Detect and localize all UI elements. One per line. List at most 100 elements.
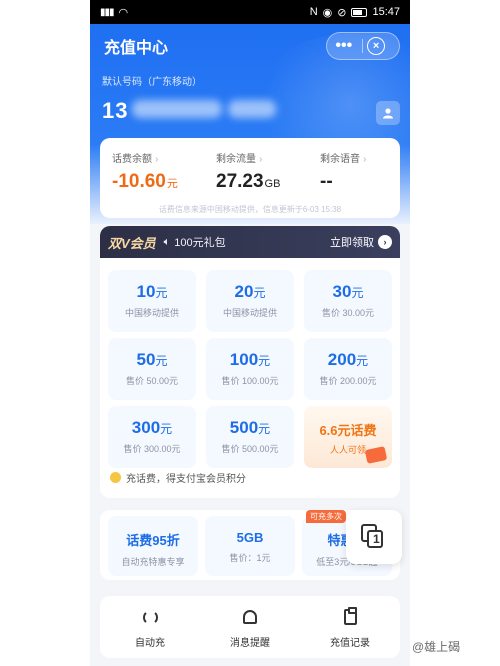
bell-icon xyxy=(243,610,257,624)
tile-subtitle: 售价 300.00元 xyxy=(123,444,181,454)
copy-window-icon: 1 xyxy=(361,524,387,550)
member-logo: 双V会员 xyxy=(108,235,156,251)
wifi-icon: ◠ xyxy=(118,6,129,19)
recharge-panel: 10元 中国移动提供 20元 中国移动提供 30元 售价 30.00元 50元 … xyxy=(100,258,400,498)
balance-label: 剩余流量 xyxy=(216,154,256,165)
account-label: 默认号码（广东移动） xyxy=(102,77,202,88)
benefit-title: 5GB xyxy=(236,530,264,545)
action-recharge-history[interactable]: 充值记录 xyxy=(300,596,400,658)
recharge-tile[interactable]: 500元 售价 500.00元 xyxy=(206,406,294,468)
points-row: 充话费，得支付宝会员积分 xyxy=(110,470,246,485)
claim-button[interactable]: 立即领取 › xyxy=(330,234,392,250)
status-bar: ▮▮▮ ◠ N ◉ ⊘ 15:47 xyxy=(90,0,410,24)
action-notifications[interactable]: 消息提醒 xyxy=(200,596,300,658)
bottom-actions: 自动充 消息提醒 充值记录 xyxy=(100,596,400,658)
balance-unit: 元 xyxy=(166,178,178,190)
window-count: 1 xyxy=(373,532,380,546)
benefit-title: 话费95折 xyxy=(126,533,180,548)
action-label: 自动充 xyxy=(135,638,165,649)
mini-program-capsule: ••• × xyxy=(326,32,400,60)
balance-value: -10.60 xyxy=(112,171,166,192)
balance-item-data[interactable]: 剩余流量 › 27.23GB xyxy=(216,150,280,193)
arrow-right-icon: › xyxy=(378,235,392,249)
floating-multi-window-button[interactable]: 1 xyxy=(346,510,402,564)
masked-number-blur xyxy=(132,100,222,118)
claim-label: 立即领取 xyxy=(330,237,374,249)
benefit-card[interactable]: 话费95折 自动充特惠专享 xyxy=(108,516,198,576)
tile-unit: 元 xyxy=(253,286,266,300)
chevron-right-icon: › xyxy=(259,154,263,165)
tile-unit: 元 xyxy=(258,354,271,368)
balance-value: -- xyxy=(320,171,333,192)
promo-tile[interactable]: 6.6元话费 人人可领 xyxy=(304,406,392,468)
member-banner[interactable]: 双V会员 🔈︎ 100元礼包 立即领取 › xyxy=(100,226,400,258)
action-auto-recharge[interactable]: 自动充 xyxy=(100,596,200,658)
chevron-right-icon: › xyxy=(363,154,367,165)
mute-icon: ⊘ xyxy=(337,6,347,19)
close-button[interactable]: × xyxy=(367,37,397,55)
balance-note: 话费信息来源中国移动提供，信息更新于6-03 15:38 xyxy=(158,205,342,214)
benefit-subtitle: 售价：1元 xyxy=(229,553,271,563)
benefit-tag: 可充多次 xyxy=(306,510,346,523)
more-button[interactable]: ••• xyxy=(329,37,359,55)
phone-number: 13 xyxy=(102,98,129,123)
benefit-card[interactable]: 5GB 售价：1元 xyxy=(205,516,295,576)
recharge-tile[interactable]: 30元 售价 30.00元 xyxy=(304,270,392,332)
tile-amount: 200 xyxy=(327,350,357,369)
eye-icon: ◉ xyxy=(322,6,333,19)
tile-subtitle: 售价 200.00元 xyxy=(319,376,377,386)
masked-number-blur xyxy=(228,100,276,118)
balance-item-voice[interactable]: 剩余语音 › -- xyxy=(320,150,366,193)
recharge-tile[interactable]: 300元 售价 300.00元 xyxy=(108,406,196,468)
tile-unit: 元 xyxy=(356,354,369,368)
tile-subtitle: 中国移动提供 xyxy=(124,308,179,318)
person-icon xyxy=(383,108,393,119)
signal-icon: ▮▮▮ xyxy=(100,6,114,18)
tile-amount: 100 xyxy=(229,350,259,369)
tile-subtitle: 售价 100.00元 xyxy=(221,376,279,386)
status-time: 15:47 xyxy=(372,6,400,18)
tile-amount: 50 xyxy=(136,350,156,369)
chevron-right-icon: › xyxy=(155,154,159,165)
coin-icon xyxy=(110,472,121,483)
balance-label: 话费余额 xyxy=(112,154,152,165)
benefit-subtitle: 自动充特惠专享 xyxy=(121,557,185,567)
speaker-icon: 🔈︎ xyxy=(163,235,171,248)
recharge-tile[interactable]: 50元 售价 50.00元 xyxy=(108,338,196,400)
tile-amount: 20 xyxy=(234,282,254,301)
promo-title: 6.6元话费 xyxy=(319,423,377,438)
battery-icon xyxy=(351,7,368,17)
tile-subtitle: 售价 50.00元 xyxy=(125,376,179,386)
gift-text: 100元礼包 xyxy=(174,237,226,249)
balance-label: 剩余语音 xyxy=(320,154,360,165)
tile-subtitle: 售价 500.00元 xyxy=(221,444,279,454)
tile-amount: 30 xyxy=(332,282,352,301)
recharge-tile[interactable]: 100元 售价 100.00元 xyxy=(206,338,294,400)
tile-subtitle: 售价 30.00元 xyxy=(321,308,375,318)
red-envelope-icon xyxy=(364,446,388,464)
tile-subtitle: 中国移动提供 xyxy=(222,308,277,318)
recharge-tile[interactable]: 10元 中国移动提供 xyxy=(108,270,196,332)
action-label: 消息提醒 xyxy=(230,638,270,649)
tile-unit: 元 xyxy=(155,286,168,300)
tile-amount: 500 xyxy=(229,418,259,437)
tile-unit: 元 xyxy=(351,286,364,300)
tile-unit: 元 xyxy=(258,422,271,436)
phone-screen: ▮▮▮ ◠ N ◉ ⊘ 15:47 充值中心 ••• × 默认号码（广东移动） … xyxy=(90,0,410,666)
refresh-icon xyxy=(142,609,158,625)
balance-unit: GB xyxy=(264,178,281,190)
close-icon: × xyxy=(367,37,386,55)
recharge-tile[interactable]: 200元 售价 200.00元 xyxy=(304,338,392,400)
balance-card: 话费余额 › -10.60元 剩余流量 › 27.23GB 剩余语音 › -- 话费信… xyxy=(100,138,400,218)
tile-amount: 10 xyxy=(136,282,156,301)
points-text: 充话费，得支付宝会员积分 xyxy=(126,474,246,485)
page-title: 充值中心 xyxy=(104,40,169,57)
clipboard-icon xyxy=(343,607,357,625)
tile-unit: 元 xyxy=(155,354,168,368)
balance-item-fee[interactable]: 话费余额 › -10.60元 xyxy=(112,150,178,193)
switch-account-button[interactable] xyxy=(376,101,400,125)
watermark: @雄上碣 xyxy=(412,640,461,654)
action-label: 充值记录 xyxy=(330,638,370,649)
recharge-tile[interactable]: 20元 中国移动提供 xyxy=(206,270,294,332)
balance-value: 27.23 xyxy=(216,171,264,192)
